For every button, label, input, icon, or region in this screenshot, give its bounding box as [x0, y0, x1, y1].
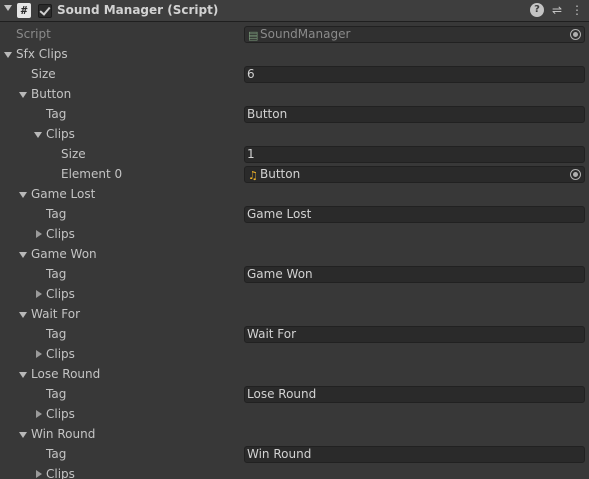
size-label: Size	[61, 147, 86, 161]
entry-name: Lose Round	[31, 367, 101, 381]
script-icon: #	[17, 3, 31, 18]
audio-clip-icon: ♫	[248, 169, 258, 182]
tag-row: Tag Wait For	[0, 325, 589, 345]
enabled-checkbox[interactable]	[38, 4, 52, 18]
tag-label: Tag	[46, 387, 67, 401]
tag-field[interactable]: Game Won	[244, 266, 585, 283]
sfx-clips-foldout[interactable]: Sfx Clips	[0, 45, 589, 65]
entry-name: Win Round	[31, 427, 96, 441]
script-file-icon: ▤	[248, 29, 259, 42]
tag-row: Tag Lose Round	[0, 385, 589, 405]
element-row: Element 0 ♫ Button	[0, 165, 589, 185]
clips-label: Clips	[46, 127, 75, 141]
audio-clip-value: Button	[260, 167, 301, 181]
collapsed-arrow-icon[interactable]	[36, 230, 42, 238]
inspector-panel: # Sound Manager (Script) ? ⇌ ⋮ Script ▤ …	[0, 0, 589, 479]
collapsed-arrow-icon[interactable]	[36, 290, 42, 298]
expand-arrow-icon[interactable]	[19, 92, 27, 98]
clips-label: Clips	[46, 467, 75, 479]
collapsed-arrow-icon[interactable]	[36, 410, 42, 418]
tag-label: Tag	[46, 267, 67, 281]
object-picker-icon[interactable]	[570, 169, 581, 180]
help-icon[interactable]: ?	[530, 3, 544, 17]
expand-arrow-icon[interactable]	[19, 372, 27, 378]
entry-name: Game Lost	[31, 187, 96, 201]
component-header[interactable]: # Sound Manager (Script) ? ⇌ ⋮	[0, 0, 589, 22]
clips-size-field[interactable]: 1	[244, 146, 585, 163]
tag-field[interactable]: Lose Round	[244, 386, 585, 403]
sfx-clips-label: Sfx Clips	[16, 47, 68, 61]
sfx-size-row: Size 6	[0, 65, 589, 85]
tag-label: Tag	[46, 447, 67, 461]
clips-label: Clips	[46, 287, 75, 301]
sfx-entry-game-won[interactable]: Game Won	[0, 245, 589, 265]
sfx-entry-win-round[interactable]: Win Round	[0, 425, 589, 445]
tag-row: Tag Win Round	[0, 445, 589, 465]
sfx-entry-button[interactable]: Button	[0, 85, 589, 105]
size-label: Size	[31, 67, 56, 81]
component-title: Sound Manager (Script)	[57, 3, 219, 17]
sfx-entry-wait-for[interactable]: Wait For	[0, 305, 589, 325]
tag-field[interactable]: Wait For	[244, 326, 585, 343]
collapsed-arrow-icon[interactable]	[36, 350, 42, 358]
context-menu-icon[interactable]: ⋮	[570, 3, 584, 17]
clips-foldout[interactable]: Clips	[0, 345, 589, 365]
clips-label: Clips	[46, 347, 75, 361]
script-value: SoundManager	[260, 27, 351, 41]
expand-arrow-icon[interactable]	[19, 312, 27, 318]
preset-settings-icon[interactable]: ⇌	[550, 3, 564, 17]
audio-clip-field[interactable]: ♫ Button	[244, 166, 585, 183]
tag-row: Tag Game Won	[0, 265, 589, 285]
clips-foldout[interactable]: Clips	[0, 405, 589, 425]
entry-name: Button	[31, 87, 72, 101]
tag-field[interactable]: Button	[244, 106, 585, 123]
clips-foldout[interactable]: Clips	[0, 125, 589, 145]
tag-field[interactable]: Win Round	[244, 446, 585, 463]
sfx-entry-lose-round[interactable]: Lose Round	[0, 365, 589, 385]
clips-label: Clips	[46, 227, 75, 241]
expand-arrow-icon[interactable]	[34, 132, 42, 138]
sfx-size-field[interactable]: 6	[244, 66, 585, 83]
entry-name: Wait For	[31, 307, 81, 321]
script-field: ▤ SoundManager	[244, 26, 585, 43]
expand-arrow-icon[interactable]	[4, 52, 12, 58]
expand-arrow-icon[interactable]	[19, 192, 27, 198]
clips-foldout[interactable]: Clips	[0, 465, 589, 479]
tag-field[interactable]: Game Lost	[244, 206, 585, 223]
tag-label: Tag	[46, 327, 67, 341]
object-picker-icon	[570, 29, 581, 40]
script-label: Script	[16, 27, 51, 41]
tag-label: Tag	[46, 207, 67, 221]
tag-row: Tag Button	[0, 105, 589, 125]
collapsed-arrow-icon[interactable]	[36, 470, 42, 478]
element-label: Element 0	[61, 167, 123, 181]
expand-arrow-icon[interactable]	[19, 252, 27, 258]
entry-name: Game Won	[31, 247, 97, 261]
tag-label: Tag	[46, 107, 67, 121]
script-row: Script ▤ SoundManager	[0, 25, 589, 45]
clips-size-row: Size 1	[0, 145, 589, 165]
expand-arrow-icon[interactable]	[19, 432, 27, 438]
tag-row: Tag Game Lost	[0, 205, 589, 225]
clips-foldout[interactable]: Clips	[0, 285, 589, 305]
foldout-arrow-icon[interactable]	[4, 5, 12, 11]
sfx-entry-game-lost[interactable]: Game Lost	[0, 185, 589, 205]
clips-foldout[interactable]: Clips	[0, 225, 589, 245]
clips-label: Clips	[46, 407, 75, 421]
